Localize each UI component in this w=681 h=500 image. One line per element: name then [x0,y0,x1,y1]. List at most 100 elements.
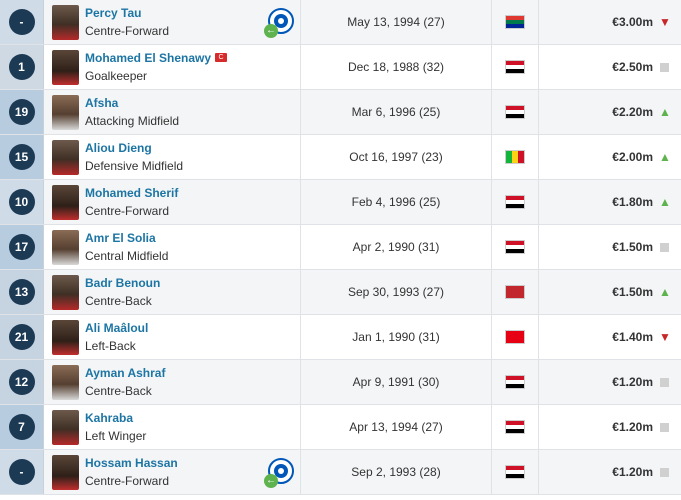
player-photo[interactable] [52,184,79,220]
shirt-number-cell: 15 [0,135,44,179]
player-name-link[interactable]: Badr Benoun [85,276,160,290]
player-cell: Amr El Solia Central Midfield [44,225,301,269]
market-value[interactable]: €1.20m [612,420,653,434]
arrow-up-icon: ▲ [659,105,671,119]
shirt-number-cell: 12 [0,360,44,404]
nationality-cell [492,405,539,449]
shirt-number: 12 [8,369,35,395]
player-photo[interactable] [52,319,79,355]
market-value-cell: €1.50m [539,225,681,269]
shirt-number: 13 [8,279,35,305]
player-photo[interactable] [52,454,79,490]
player-name-link[interactable]: Percy Tau [85,6,141,20]
player-photo[interactable] [52,364,79,400]
egypt-flag-icon[interactable] [505,105,525,119]
player-position: Attacking Midfield [85,114,180,128]
shirt-number: - [8,9,35,35]
table-row: 7 Kahraba Left Winger Apr 13, 1994 (27) €1.2… [0,405,681,450]
player-cell: Aliou Dieng Defensive Midfield [44,135,301,179]
shirt-number-cell: 19 [0,90,44,134]
player-name-link[interactable]: Hossam Hassan [85,456,178,470]
player-name-link[interactable]: Ali Maâloul [85,321,148,335]
player-position: Left Winger [85,429,147,443]
tunisia-flag-icon[interactable] [505,330,525,344]
market-value[interactable]: €1.40m [612,330,653,344]
player-photo[interactable] [52,4,79,40]
table-row: 15 Aliou Dieng Defensive Midfield Oct 16, 1… [0,135,681,180]
market-value[interactable]: €2.20m [612,105,653,119]
egypt-flag-icon[interactable] [505,375,525,389]
market-value[interactable]: €1.50m [612,285,653,299]
player-name-link[interactable]: Amr El Solia [85,231,156,245]
south-africa-flag-icon[interactable] [505,15,525,29]
player-photo[interactable] [52,139,79,175]
market-value-cell: €1.80m ▲ [539,180,681,224]
nationality-cell [492,135,539,179]
market-value-cell: €1.40m ▼ [539,315,681,359]
market-value[interactable]: €1.20m [612,465,653,479]
player-name-link[interactable]: Kahraba [85,411,133,425]
date-of-birth: Dec 18, 1988 (32) [301,45,492,89]
player-position: Defensive Midfield [85,159,184,173]
arrow-up-icon: ▲ [659,195,671,209]
player-name-link[interactable]: Aliou Dieng [85,141,152,155]
player-name-link[interactable]: Ayman Ashraf [85,366,165,380]
nationality-cell [492,225,539,269]
no-change-icon [660,62,669,72]
player-name-link[interactable]: Mohamed Sherif [85,186,178,200]
arrow-up-icon: ▲ [659,150,671,164]
player-cell: Mohamed El Shenawy C Goalkeeper [44,45,301,89]
market-value[interactable]: €2.50m [612,60,653,74]
shirt-number-cell: 21 [0,315,44,359]
table-row: 17 Amr El Solia Central Midfield Apr 2, 199… [0,225,681,270]
player-position: Central Midfield [85,249,169,263]
shirt-number: - [8,459,35,485]
market-value-cell: €1.20m [539,360,681,404]
nationality-cell [492,180,539,224]
player-cell: Hossam Hassan Centre-Forward ← [44,450,301,494]
date-of-birth: Sep 2, 1993 (28) [301,450,492,494]
shirt-number-cell: - [0,450,44,494]
shirt-number-cell: - [0,0,44,44]
nationality-cell [492,270,539,314]
player-photo[interactable] [52,94,79,130]
market-value[interactable]: €3.00m [612,15,653,29]
player-photo[interactable] [52,49,79,85]
market-value-cell: €2.50m [539,45,681,89]
nationality-cell [492,315,539,359]
shirt-number-cell: 1 [0,45,44,89]
morocco-flag-icon[interactable] [505,285,525,299]
shirt-number: 21 [8,324,35,350]
no-change-icon [660,422,669,432]
egypt-flag-icon[interactable] [505,60,525,74]
no-change-icon [660,467,669,477]
shirt-number: 7 [8,414,35,440]
date-of-birth: Apr 9, 1991 (30) [301,360,492,404]
nationality-cell [492,360,539,404]
player-name-link[interactable]: Mohamed El Shenawy [85,51,211,65]
market-value-cell: €2.20m ▲ [539,90,681,134]
player-position: Centre-Forward [85,474,170,488]
market-value[interactable]: €1.20m [612,375,653,389]
table-row: 1 Mohamed El Shenawy C Goalkeeper Dec 18, 19… [0,45,681,90]
player-photo[interactable] [52,409,79,445]
market-value[interactable]: €1.80m [612,195,653,209]
market-value-cell: €1.20m [539,405,681,449]
mali-flag-icon[interactable] [505,150,525,164]
player-name-link[interactable]: Afsha [85,96,118,110]
player-cell: Percy Tau Centre-Forward ← [44,0,301,44]
table-row: - Percy Tau Centre-Forward ← May 13, 1994 (2… [0,0,681,45]
egypt-flag-icon[interactable] [505,420,525,434]
egypt-flag-icon[interactable] [505,240,525,254]
egypt-flag-icon[interactable] [505,465,525,479]
egypt-flag-icon[interactable] [505,195,525,209]
market-value[interactable]: €1.50m [612,240,653,254]
player-photo[interactable] [52,274,79,310]
loan-arrow-icon: ← [264,474,278,488]
table-row: 10 Mohamed Sherif Centre-Forward Feb 4, 199… [0,180,681,225]
squad-table: - Percy Tau Centre-Forward ← May 13, 1994 (2… [0,0,681,495]
table-row: 13 Badr Benoun Centre-Back Sep 30, 1993 (27… [0,270,681,315]
player-cell: Ayman Ashraf Centre-Back [44,360,301,404]
player-photo[interactable] [52,229,79,265]
market-value[interactable]: €2.00m [612,150,653,164]
